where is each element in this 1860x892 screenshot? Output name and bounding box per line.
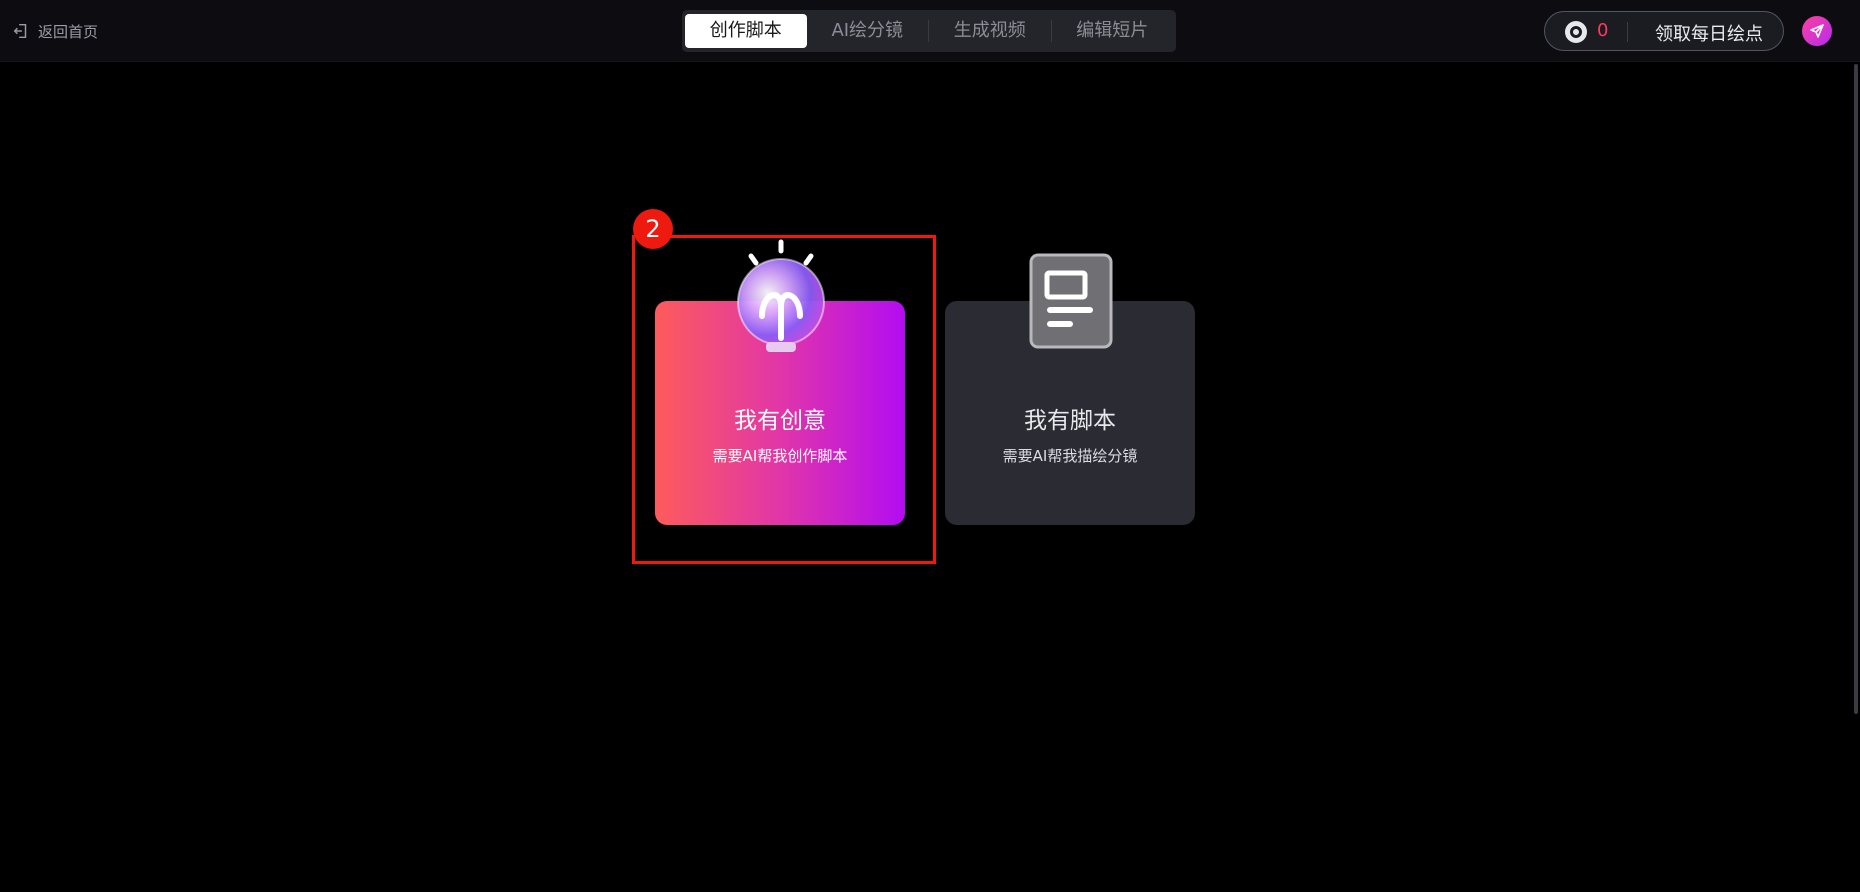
points-divider (1627, 22, 1628, 42)
tab-ai-storyboard[interactable]: AI绘分镜 (807, 14, 929, 48)
card-title: 我有脚本 (1024, 408, 1116, 434)
tab-create-script[interactable]: 创作脚本 (685, 14, 807, 48)
tab-edit-short[interactable]: 编辑短片 (1052, 14, 1174, 48)
exit-icon (13, 23, 27, 39)
points-count: 0 (1597, 20, 1609, 41)
document-icon (1029, 253, 1113, 349)
send-avatar-button[interactable] (1802, 16, 1832, 46)
paper-plane-icon (1810, 24, 1824, 38)
step-number-badge: 2 (633, 209, 673, 249)
points-widget: 0 领取每日绘点 (1544, 11, 1784, 51)
coin-icon (1565, 21, 1587, 43)
scrollbar[interactable] (1854, 64, 1858, 714)
tab-generate-video[interactable]: 生成视频 (929, 14, 1051, 48)
back-home-label: 返回首页 (38, 22, 99, 41)
back-home-link[interactable]: 返回首页 (12, 20, 98, 42)
top-bar: 返回首页 创作脚本 AI绘分镜 生成视频 编辑短片 0 领取每日绘点 (0, 0, 1860, 62)
claim-daily-points-button[interactable]: 领取每日绘点 (1655, 20, 1763, 46)
step-highlight-box (632, 235, 936, 564)
card-subtitle: 需要AI帮我描绘分镜 (1002, 447, 1138, 465)
workflow-tabs: 创作脚本 AI绘分镜 生成视频 编辑短片 (682, 10, 1176, 52)
